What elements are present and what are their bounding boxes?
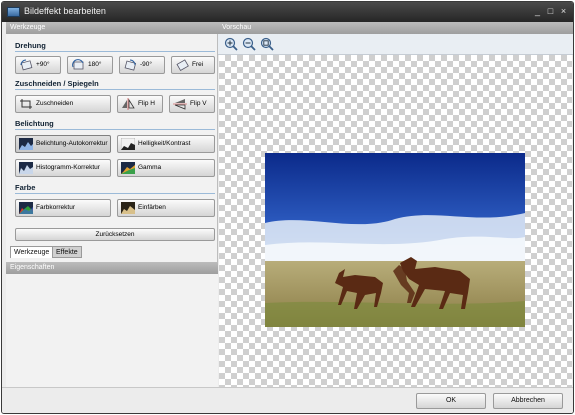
tools-panel-header: Werkzeuge [6,22,218,34]
gamma-icon [121,162,135,174]
colorize-icon [121,202,135,214]
section-divider [15,193,215,194]
button-label: Histogramm-Korrektur [36,164,100,171]
flip-horizontal-icon [122,98,135,110]
preview-image [265,153,525,327]
section-divider [15,89,215,90]
section-divider [15,51,215,52]
button-label: Zurücksetzen [95,231,135,238]
rotate-cw-icon [20,59,33,71]
auto-exposure-button[interactable]: Belichtung-Autokorrektur [15,135,111,153]
button-label: +90° [36,61,50,68]
reset-button[interactable]: Zurücksetzen [15,228,215,241]
color-histogram-icon [19,202,33,214]
cancel-button[interactable]: Abbrechen [493,393,563,409]
button-label: Flip H [138,100,155,107]
colorize-button[interactable]: Einfärben [117,199,215,217]
title-bar[interactable]: Bildeffekt bearbeiten _ □ × [2,2,573,22]
exposure-histogram-icon [19,138,33,150]
button-label: Gamma [138,164,162,171]
gamma-button[interactable]: Gamma [117,159,215,177]
flip-vertical-icon [173,99,187,110]
preview-toolbar [218,34,573,55]
rotate-ccw-icon [124,59,137,71]
rotate-180-button[interactable]: 180° [67,56,113,74]
flip-horizontal-button[interactable]: Flip H [117,95,163,113]
histogram-correction-button[interactable]: Histogramm-Korrektur [15,159,111,177]
button-label: Belichtung-Autokorrektur [36,140,108,147]
section-title-belichtung: Belichtung [15,119,54,128]
maximize-button[interactable]: □ [545,6,556,17]
brightness-contrast-button[interactable]: Helligkeit/Kontrast [117,135,215,153]
preview-canvas[interactable] [219,55,572,406]
color-correction-button[interactable]: Farbkorrektur [15,199,111,217]
button-label: Helligkeit/Kontrast [138,140,191,147]
button-label: Flip V [190,100,207,107]
crop-button[interactable]: Zuschneiden [15,95,111,113]
tab-effekte[interactable]: Effekte [52,246,82,258]
section-title-zuschneiden: Zuschneiden / Spiegeln [15,79,99,88]
preview-header: Vorschau [218,22,573,34]
close-button[interactable]: × [558,6,569,17]
app-icon [7,7,20,17]
button-label: Farbkorrektur [36,204,76,211]
button-label: Einfärben [138,204,166,211]
rotate-free-button[interactable]: Frei [171,56,215,74]
section-title-drehung: Drehung [15,41,46,50]
crop-icon [20,99,32,109]
rotate-plus90-button[interactable]: +90° [15,56,61,74]
preview-panel: Vorschau [218,22,573,406]
section-divider [15,129,215,130]
rotate-free-icon [176,59,189,71]
minimize-button[interactable]: _ [532,6,543,17]
properties-header: Eigenschaften [6,262,218,274]
tab-werkzeuge[interactable]: Werkzeuge [10,246,54,258]
left-tabs: Werkzeuge Effekte [6,246,218,258]
zoom-out-icon[interactable] [242,37,256,51]
zoom-in-icon[interactable] [224,37,238,51]
dialog-window: Bildeffekt bearbeiten _ □ × Werkzeuge Dr… [1,1,574,414]
window-title: Bildeffekt bearbeiten [24,6,106,16]
dialog-footer: OK Abbrechen [2,387,573,413]
ok-button[interactable]: OK [416,393,486,409]
section-title-farbe: Farbe [15,183,36,192]
brightness-contrast-icon [121,138,135,150]
rotate-minus90-button[interactable]: -90° [119,56,165,74]
rotate-180-icon [72,59,84,70]
zoom-fit-icon[interactable] [260,37,274,51]
button-label: Zuschneiden [36,100,74,107]
button-label: 180° [88,61,102,68]
button-label: -90° [140,61,152,68]
flip-vertical-button[interactable]: Flip V [169,95,215,113]
histogram-icon [19,162,33,174]
button-label: Frei [192,61,204,68]
properties-area [6,274,218,387]
